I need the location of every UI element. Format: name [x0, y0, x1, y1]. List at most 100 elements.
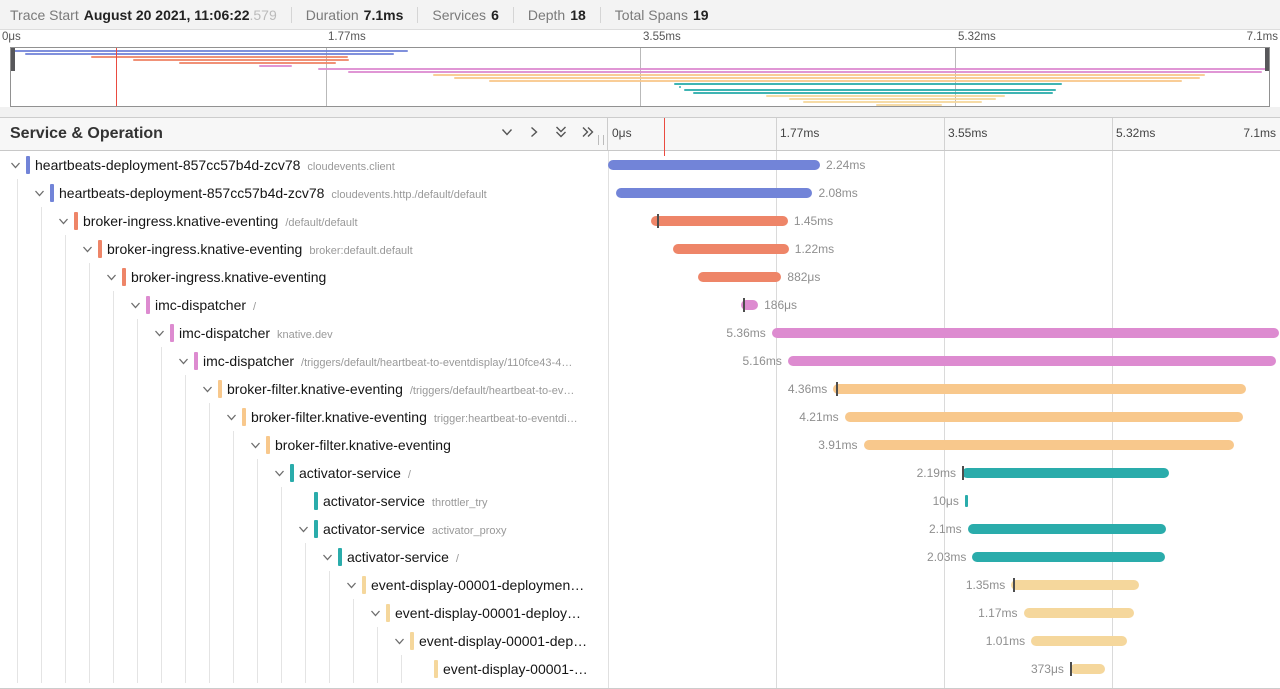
span-collapse-chevron-icon[interactable]	[153, 327, 166, 340]
span-row[interactable]: broker-filter.knative-eventing/triggers/…	[0, 375, 1280, 403]
tree-indent-guide	[17, 431, 18, 459]
span-duration-bar[interactable]	[1070, 664, 1105, 674]
minimap-right-scrubber[interactable]	[1265, 48, 1269, 71]
span-row[interactable]: broker-filter.knative-eventing3.91ms	[0, 431, 1280, 459]
span-duration-bar[interactable]	[962, 468, 1169, 478]
span-collapse-chevron-icon[interactable]	[297, 523, 310, 536]
span-collapse-chevron-icon[interactable]	[225, 411, 238, 424]
span-tree-cell: imc-dispatcherknative.dev	[0, 319, 608, 347]
span-row[interactable]: event-display-00001-…373μs	[0, 655, 1280, 683]
span-collapse-chevron-icon[interactable]	[249, 439, 262, 452]
tree-indent-guide	[41, 291, 42, 319]
span-tree-cell: activator-service/	[0, 459, 608, 487]
tree-indent-guide	[161, 599, 162, 627]
span-collapse-chevron-icon[interactable]	[33, 187, 46, 200]
span-row[interactable]: event-display-00001-deploymen…1.35ms	[0, 571, 1280, 599]
tree-indent-guide	[161, 627, 162, 655]
service-name: heartbeats-deployment-857cc57b4d-zcv78	[35, 151, 300, 179]
span-row[interactable]: broker-ingress.knative-eventingbroker:de…	[0, 235, 1280, 263]
span-row[interactable]: heartbeats-deployment-857cc57b4d-zcv78cl…	[0, 179, 1280, 207]
span-duration-bar[interactable]	[965, 495, 968, 507]
expand-one-button[interactable]	[525, 125, 543, 143]
minimap-tick-label: 0μs	[2, 31, 21, 43]
collapse-all-button[interactable]	[552, 125, 570, 143]
span-collapse-chevron-icon[interactable]	[321, 551, 334, 564]
trace-total-spans: Total Spans 19	[600, 7, 709, 23]
column-resize-grip[interactable]	[598, 135, 604, 145]
span-collapse-chevron-icon[interactable]	[345, 579, 358, 592]
span-tree-cell: event-display-00001-…	[0, 655, 608, 683]
span-log-marker[interactable]	[743, 298, 745, 312]
tree-indent-guide	[257, 655, 258, 683]
span-tree-cell: broker-ingress.knative-eventing/default/…	[0, 207, 608, 235]
tree-indent-guide	[161, 543, 162, 571]
span-row[interactable]: heartbeats-deployment-857cc57b4d-zcv78cl…	[0, 151, 1280, 179]
service-name: activator-service	[347, 543, 449, 571]
service-color-strip	[314, 492, 318, 510]
span-collapse-chevron-icon[interactable]	[201, 383, 214, 396]
tree-indent-guide	[209, 459, 210, 487]
span-duration-bar[interactable]	[833, 384, 1246, 394]
minimap-span-bar	[876, 104, 942, 106]
service-color-strip	[266, 436, 270, 454]
tree-indent-guide	[41, 235, 42, 263]
span-duration-bar[interactable]	[972, 552, 1164, 562]
operation-name: /	[253, 293, 256, 319]
tree-indent-guide	[113, 403, 114, 431]
tree-indent-guide	[89, 375, 90, 403]
span-row[interactable]: activator-service/2.19ms	[0, 459, 1280, 487]
tree-indent-guide	[233, 543, 234, 571]
span-log-marker[interactable]	[1070, 662, 1072, 676]
span-duration-bar[interactable]	[673, 244, 788, 254]
span-collapse-chevron-icon[interactable]	[393, 635, 406, 648]
tree-indent-guide	[113, 599, 114, 627]
tree-indent-guide	[89, 599, 90, 627]
span-duration-bar[interactable]	[616, 188, 813, 198]
span-row[interactable]: activator-service/2.03ms	[0, 543, 1280, 571]
span-duration-bar[interactable]	[968, 524, 1167, 534]
tree-indent-guide	[65, 459, 66, 487]
span-row[interactable]: activator-servicethrottler_try10μs	[0, 487, 1280, 515]
span-row[interactable]: broker-filter.knative-eventingtrigger:he…	[0, 403, 1280, 431]
span-log-marker[interactable]	[1013, 578, 1015, 592]
span-collapse-chevron-icon[interactable]	[369, 607, 382, 620]
span-collapse-chevron-icon[interactable]	[105, 271, 118, 284]
span-duration-bar[interactable]	[845, 412, 1243, 422]
expand-all-button[interactable]	[579, 125, 597, 143]
span-duration-bar[interactable]	[1024, 608, 1135, 618]
span-row[interactable]: imc-dispatcherknative.dev5.36ms	[0, 319, 1280, 347]
tree-indent-guide	[209, 487, 210, 515]
span-collapse-chevron-icon[interactable]	[81, 243, 94, 256]
span-log-marker[interactable]	[657, 214, 659, 228]
span-row[interactable]: event-display-00001-deploy…1.17ms	[0, 599, 1280, 627]
span-collapse-chevron-icon[interactable]	[9, 159, 22, 172]
span-row[interactable]: broker-ingress.knative-eventing882μs	[0, 263, 1280, 291]
span-duration-bar[interactable]	[864, 440, 1234, 450]
minimap-left-scrubber[interactable]	[11, 48, 15, 71]
span-collapse-chevron-icon[interactable]	[177, 355, 190, 368]
span-log-marker[interactable]	[836, 382, 838, 396]
span-row[interactable]: imc-dispatcher/186μs	[0, 291, 1280, 319]
tree-indent-guide	[65, 263, 66, 291]
span-duration-bar[interactable]	[651, 216, 788, 226]
span-duration-bar[interactable]	[698, 272, 781, 282]
span-duration-bar[interactable]	[1031, 636, 1127, 646]
span-log-marker[interactable]	[962, 466, 964, 480]
span-row[interactable]: activator-serviceactivator_proxy2.1ms	[0, 515, 1280, 543]
span-row[interactable]: event-display-00001-dep…1.01ms	[0, 627, 1280, 655]
minimap-canvas[interactable]	[10, 47, 1270, 107]
span-name-group: imc-dispatcherknative.dev	[179, 319, 606, 347]
tree-indent-guide	[41, 347, 42, 375]
span-duration-bar[interactable]	[788, 356, 1276, 366]
span-duration-bar[interactable]	[772, 328, 1279, 338]
collapse-one-button[interactable]	[498, 125, 516, 143]
span-collapse-chevron-icon[interactable]	[129, 299, 142, 312]
span-duration-bar[interactable]	[1011, 580, 1139, 590]
span-duration-bar[interactable]	[608, 160, 820, 170]
tree-indent-guide	[65, 431, 66, 459]
span-collapse-chevron-icon[interactable]	[57, 215, 70, 228]
span-collapse-chevron-icon[interactable]	[273, 467, 286, 480]
span-row[interactable]: imc-dispatcher/triggers/default/heartbea…	[0, 347, 1280, 375]
tree-indent-guide	[89, 571, 90, 599]
span-row[interactable]: broker-ingress.knative-eventing/default/…	[0, 207, 1280, 235]
